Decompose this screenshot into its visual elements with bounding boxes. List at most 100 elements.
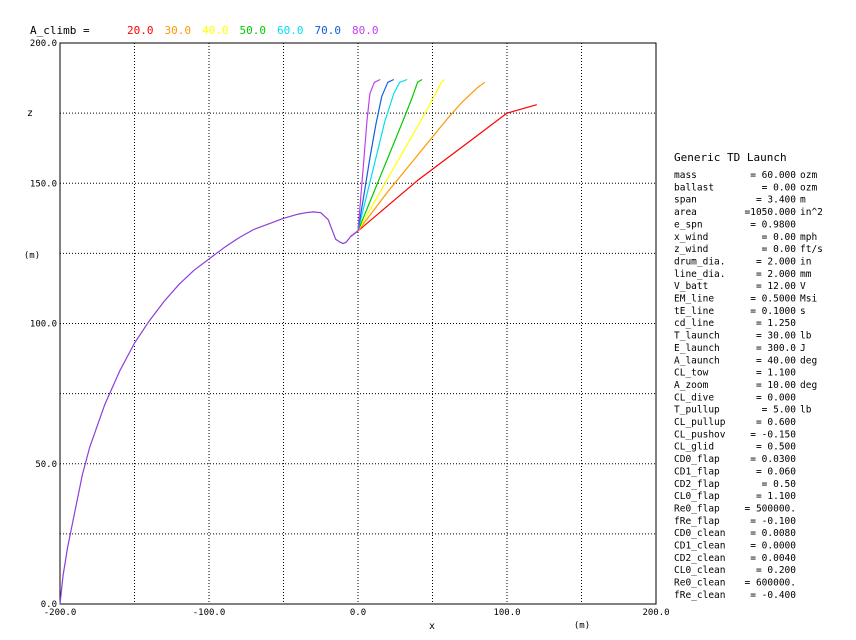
- param-name: z_wind: [674, 244, 708, 255]
- param-value: = 0.1000: [750, 306, 796, 317]
- param-value: = 0.0080: [750, 528, 796, 539]
- legend-entry: 30.0: [165, 24, 192, 37]
- param-name: A_zoom: [674, 380, 709, 391]
- climb-series-line: [350, 79, 445, 237]
- legend: A_climb = 20.0 30.0 40.0 50.0 60.0 70.0 80.0: [30, 24, 379, 37]
- param-name: V_batt: [674, 281, 708, 292]
- param-unit: mm: [800, 269, 812, 280]
- legend-label: A_climb =: [30, 24, 90, 37]
- param-value: = 0.0300: [750, 454, 796, 465]
- x-tick-label: -100.0: [193, 608, 226, 618]
- param-unit: Msi: [800, 294, 817, 305]
- param-unit: in^2: [800, 207, 823, 218]
- param-value: = 2.000: [756, 269, 796, 280]
- param-name: area: [674, 207, 697, 218]
- y-tick-label: 150.0: [30, 179, 57, 189]
- param-name: x_wind: [674, 232, 708, 243]
- param-name: ballast: [674, 182, 714, 193]
- param-value: = 0.5000: [750, 294, 796, 305]
- legend-entry: 70.0: [315, 24, 342, 37]
- param-unit: ozm: [800, 170, 817, 181]
- param-unit: V: [800, 281, 806, 292]
- panel-rows: mass = 60.000 ozmballast = 0.00 ozmspan = 3.4…: [674, 170, 823, 601]
- param-value: = 0.500: [756, 442, 796, 453]
- param-value: = 5.00: [762, 405, 797, 416]
- param-name: E_launch: [674, 343, 720, 354]
- param-value: = 0.9800: [750, 219, 796, 230]
- param-value: = 0.00: [762, 182, 797, 193]
- param-value: = -0.400: [750, 590, 796, 601]
- x-tick-label: 200.0: [642, 608, 669, 618]
- param-value: = 2.000: [756, 256, 796, 267]
- param-unit: mph: [800, 232, 817, 243]
- legend-entry: 80.0: [352, 24, 379, 37]
- param-unit: ft/s: [800, 244, 823, 255]
- param-value: = 600000.: [745, 578, 796, 589]
- param-name: CL_pullup: [674, 417, 726, 428]
- param-name: A_launch: [674, 355, 720, 366]
- param-name: EM_line: [674, 294, 714, 305]
- param-name: CL0_flap: [674, 491, 720, 502]
- param-unit: deg: [800, 355, 817, 366]
- param-name: line_dia.: [674, 269, 725, 280]
- param-name: CL_pushov: [674, 429, 726, 440]
- param-value: = -0.100: [750, 516, 796, 527]
- param-value: = 60.000: [750, 170, 796, 181]
- param-name: CD2_clean: [674, 553, 725, 564]
- param-name: CD2_flap: [674, 479, 720, 490]
- param-unit: m: [800, 195, 806, 206]
- param-value: = 0.060: [756, 466, 796, 477]
- param-name: Re0_flap: [674, 503, 720, 514]
- legend-entry: 40.0: [202, 24, 229, 37]
- param-value: =1050.000: [745, 207, 797, 218]
- param-name: CL0_clean: [674, 565, 725, 576]
- param-value: = 3.400: [756, 195, 796, 206]
- climb-series-line: [350, 104, 537, 237]
- param-value: = 0.00: [762, 232, 797, 243]
- param-value: = 300.0: [756, 343, 796, 354]
- param-name: drum_dia.: [674, 256, 725, 267]
- y-tick-label: 100.0: [30, 320, 57, 330]
- param-value: = 0.50: [762, 479, 797, 490]
- x-tick-label: 0.0: [350, 608, 366, 618]
- legend-entry: 50.0: [240, 24, 267, 37]
- param-name: e_spn: [674, 219, 703, 230]
- param-value: = 500000.: [745, 503, 796, 514]
- param-unit: in: [800, 256, 811, 267]
- param-name: span: [674, 195, 697, 206]
- series-group: [59, 78, 537, 605]
- x-axis-label: x: [429, 621, 435, 632]
- x-tick-label: 100.0: [493, 608, 520, 618]
- param-name: CL_dive: [674, 392, 714, 403]
- param-name: CD0_clean: [674, 528, 725, 539]
- param-name: cd_line: [674, 318, 714, 329]
- parameter-panel: Generic TD Launch mass = 60.000 ozm ballast…: [674, 151, 823, 601]
- param-name: CL_glid: [674, 442, 714, 453]
- y-axis-unit: (m): [24, 251, 40, 261]
- param-value: = 12.00: [756, 281, 796, 292]
- y-axis-label: z: [27, 108, 33, 119]
- panel-title: Generic TD Launch: [674, 151, 787, 164]
- y-tick-label: 50.0: [35, 460, 57, 470]
- param-name: CD0_flap: [674, 454, 720, 465]
- param-name: tE_line: [674, 306, 714, 317]
- legend-entry: 60.0: [277, 24, 304, 37]
- param-name: T_launch: [674, 331, 720, 342]
- param-unit: deg: [800, 380, 817, 391]
- param-value: = 0.0000: [750, 541, 796, 552]
- param-value: = 1.100: [756, 491, 796, 502]
- climb-series-line: [350, 81, 486, 237]
- param-unit: s: [800, 306, 806, 317]
- param-value: = 40.00: [756, 355, 796, 366]
- x-axis-unit: (m): [574, 621, 590, 631]
- param-name: fRe_clean: [674, 590, 725, 601]
- grid: [60, 43, 656, 604]
- param-value: = 30.00: [756, 331, 796, 342]
- param-unit: J: [800, 343, 806, 354]
- plot-canvas: A_climb = 20.0 30.0 40.0 50.0 60.0 70.0 80.0 -…: [24, 24, 823, 632]
- param-value: = 10.00: [756, 380, 796, 391]
- param-name: T_pullup: [674, 405, 720, 416]
- y-tick-label: 0.0: [41, 600, 57, 610]
- param-unit: lb: [800, 405, 812, 416]
- axis-ticks: -200.0 -100.0 0.0 100.0 200.00.050.0100.0150…: [30, 39, 670, 618]
